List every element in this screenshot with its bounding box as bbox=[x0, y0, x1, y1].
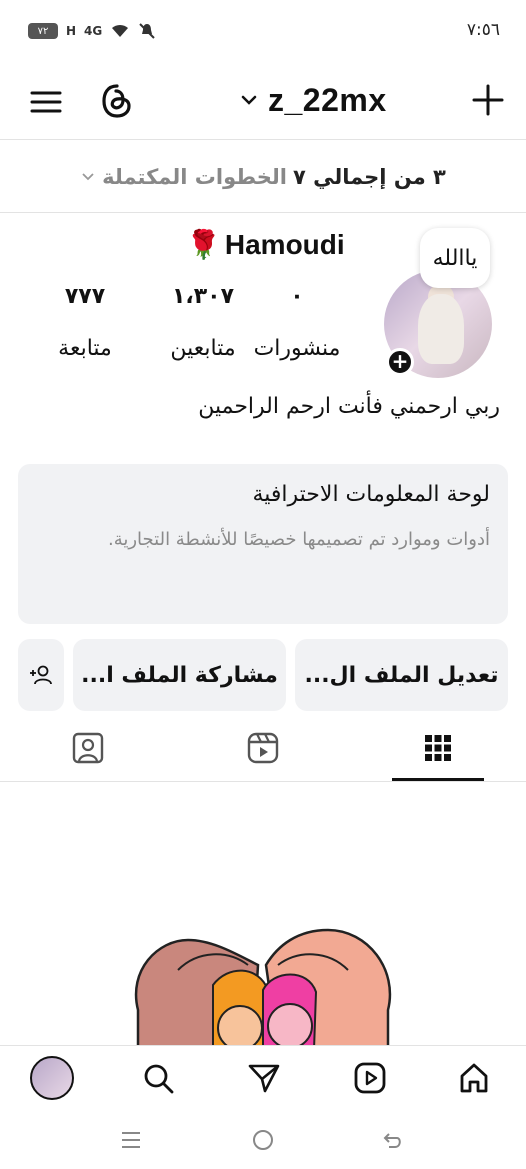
chevron-down-icon bbox=[82, 172, 94, 180]
add-person-button[interactable] bbox=[18, 639, 64, 711]
followers-count: ١،٣٠٧ bbox=[171, 284, 235, 309]
recents-icon[interactable] bbox=[116, 1125, 146, 1155]
search-icon[interactable] bbox=[138, 1058, 178, 1098]
profile-header: 🌹 Hamoudi + ياالله ٠ منشورات ١،٣٠٧ متابع… bbox=[0, 214, 526, 464]
grid-icon bbox=[425, 735, 451, 761]
empty-state-illustration bbox=[118, 910, 408, 1046]
chevron-down-icon bbox=[241, 95, 257, 105]
top-nav: z_22mx bbox=[0, 64, 526, 140]
following-label: متابعة bbox=[58, 336, 112, 361]
name-emoji: 🌹 bbox=[186, 229, 221, 260]
bio: ربي ارحمني فأنت ارحم الراحمين bbox=[198, 394, 500, 419]
profile-actions: تعديل الملف ال... مشاركة الملف ا... bbox=[18, 639, 508, 711]
send-icon[interactable] bbox=[244, 1058, 284, 1098]
active-tab-indicator bbox=[392, 778, 484, 781]
posts-count: ٠ bbox=[290, 284, 304, 309]
avatar-photo-body bbox=[418, 294, 464, 364]
home-circle-icon[interactable] bbox=[248, 1125, 278, 1155]
profile-stats: ٠ منشورات ١،٣٠٧ متابعين ٧٧٧ متابعة bbox=[30, 284, 350, 374]
threads-icon[interactable] bbox=[96, 80, 138, 122]
posts-stat[interactable]: ٠ منشورات bbox=[242, 284, 352, 361]
clock: ٧:٥٦ bbox=[466, 20, 500, 40]
status-icons: ٧٢ H 4G bbox=[28, 22, 156, 40]
followers-stat[interactable]: ١،٣٠٧ متابعين bbox=[148, 284, 258, 361]
profile-avatar-nav[interactable] bbox=[30, 1056, 74, 1100]
status-bar: ٧٢ H 4G ٧:٥٦ bbox=[0, 0, 526, 64]
back-icon[interactable] bbox=[378, 1125, 408, 1155]
display-name-text: Hamoudi bbox=[224, 228, 345, 260]
profile-steps-banner[interactable]: ٣ من إجمالي ٧ الخطوات المكتملة bbox=[0, 141, 526, 213]
display-name: 🌹 Hamoudi bbox=[186, 228, 345, 261]
username: z_22mx bbox=[268, 81, 387, 118]
bottom-nav bbox=[0, 1045, 526, 1111]
steps-label: الخطوات المكتملة bbox=[102, 164, 287, 189]
tab-tagged[interactable] bbox=[66, 726, 110, 770]
tab-reels[interactable] bbox=[241, 726, 285, 770]
add-person-icon bbox=[30, 665, 52, 685]
tagged-icon bbox=[72, 732, 104, 764]
signal-4g-icon: 4G bbox=[84, 24, 103, 38]
following-count: ٧٧٧ bbox=[64, 284, 106, 309]
edit-profile-button[interactable]: تعديل الملف ال... bbox=[295, 639, 508, 711]
dashboard-description: أدوات وموارد تم تصميمها خصيصًا للأنشطة ا… bbox=[107, 529, 490, 550]
profile-tabs bbox=[0, 716, 526, 782]
following-stat[interactable]: ٧٧٧ متابعة bbox=[30, 284, 140, 361]
reels-nav-icon[interactable] bbox=[350, 1058, 390, 1098]
professional-dashboard-card[interactable]: لوحة المعلومات الاحترافية أدوات وموارد ت… bbox=[18, 464, 508, 624]
system-nav-bar bbox=[0, 1111, 526, 1169]
posts-label: منشورات bbox=[253, 336, 341, 361]
wifi-icon bbox=[112, 24, 129, 37]
mute-icon bbox=[139, 23, 155, 39]
account-switcher[interactable]: z_22mx bbox=[240, 78, 387, 122]
steps-count: ٣ من إجمالي ٧ bbox=[292, 164, 446, 189]
followers-label: متابعين bbox=[170, 336, 236, 361]
plus-icon[interactable] bbox=[468, 80, 508, 120]
add-story-icon[interactable]: + bbox=[386, 348, 414, 376]
dashboard-title: لوحة المعلومات الاحترافية bbox=[252, 482, 490, 507]
note-bubble[interactable]: ياالله bbox=[420, 228, 490, 288]
home-icon[interactable] bbox=[454, 1058, 494, 1098]
tab-grid[interactable] bbox=[416, 726, 460, 770]
signal-h-icon: H bbox=[66, 24, 77, 38]
reels-icon bbox=[247, 732, 279, 764]
share-profile-button[interactable]: مشاركة الملف ا... bbox=[73, 639, 286, 711]
hamburger-icon[interactable] bbox=[26, 82, 66, 122]
battery-icon: ٧٢ bbox=[28, 23, 58, 39]
